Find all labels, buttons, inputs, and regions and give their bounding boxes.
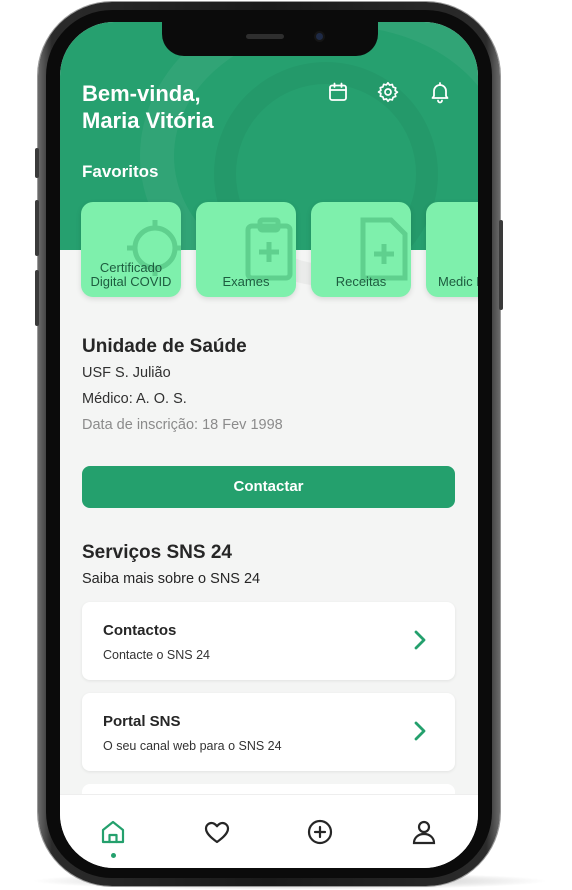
service-card-contacts[interactable]: Contactos Contacte o SNS 24: [82, 602, 455, 680]
favorite-label: Receitas: [335, 274, 387, 289]
health-unit-title: Unidade de Saúde: [82, 336, 247, 357]
volume-down-button: [35, 270, 39, 326]
health-unit-registration-date: Data de inscrição: 18 Fev 1998: [82, 417, 283, 433]
contact-button[interactable]: Contactar: [82, 466, 455, 508]
favorites-title: Favoritos: [82, 162, 159, 181]
favorite-covid-certificate[interactable]: Certificado Digital COVID: [81, 202, 181, 297]
active-indicator: [111, 853, 116, 858]
gear-icon[interactable]: [376, 80, 400, 104]
favorites-carousel[interactable]: Certificado Digital COVID Exames Receita…: [81, 202, 478, 298]
service-card-title: Portal SNS: [103, 713, 181, 730]
favorite-prescriptions[interactable]: Receitas: [311, 202, 411, 297]
volume-up-button: [35, 200, 39, 256]
favorite-exams[interactable]: Exames: [196, 202, 296, 297]
speaker-grille: [246, 34, 284, 39]
silent-switch: [35, 148, 39, 178]
service-card-subtitle: O seu canal web para o SNS 24: [103, 739, 282, 753]
greeting: Bem-vinda, Maria Vitória: [82, 80, 282, 134]
bell-icon[interactable]: [428, 80, 452, 104]
chevron-right-icon: [414, 721, 426, 741]
service-card-title: Contactos: [103, 622, 177, 639]
heart-icon[interactable]: [202, 817, 232, 847]
greeting-line-1: Bem-vinda,: [82, 81, 201, 106]
health-unit-doctor: Médico: A. O. S.: [82, 391, 187, 407]
bottom-navigation: [60, 794, 478, 868]
plus-circle-icon[interactable]: [305, 817, 335, 847]
health-unit-name: USF S. Julião: [82, 365, 171, 381]
service-card-subtitle: Contacte o SNS 24: [103, 648, 211, 662]
favorite-medication[interactable]: Medic Habi: [426, 202, 478, 297]
service-card-portal[interactable]: Portal SNS O seu canal web para o SNS 24: [82, 693, 455, 771]
calendar-icon[interactable]: [326, 80, 350, 104]
power-button: [499, 220, 503, 310]
favorite-label: Medic Habi: [438, 274, 478, 289]
favorite-label: Exames: [222, 274, 270, 289]
chevron-right-icon: [414, 630, 426, 650]
user-icon[interactable]: [409, 817, 439, 847]
services-subtitle: Saiba mais sobre o SNS 24: [82, 571, 261, 587]
app-screen: Bem-vinda, Maria Vitória Favoritos Certi…: [60, 22, 478, 868]
user-name: Maria Vitória: [82, 108, 214, 133]
services-title: Serviços SNS 24: [82, 542, 232, 563]
favorite-label: Certificado Digital COVID: [90, 260, 172, 289]
home-icon[interactable]: [98, 817, 128, 847]
front-camera: [316, 33, 323, 40]
device-notch: [162, 22, 378, 56]
